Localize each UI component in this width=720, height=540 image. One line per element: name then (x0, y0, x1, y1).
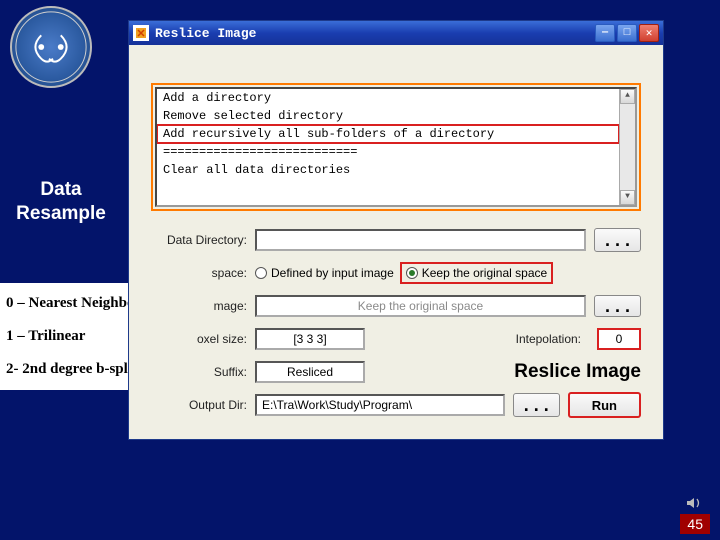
window-title: Reslice Image (155, 26, 256, 41)
minimize-button[interactable]: ‒ (595, 24, 615, 42)
radio-input-image-label: Defined by input image (271, 266, 394, 280)
interpolation-label: Intepolation: (516, 332, 589, 346)
suffix-label: Suffix: (151, 365, 255, 379)
app-icon (133, 25, 149, 41)
data-directory-label: Data Directory: (151, 233, 255, 247)
voxel-size-label: oxel size: (151, 332, 255, 346)
audio-icon (684, 494, 702, 512)
listbox-scrollbar[interactable]: ▲ ▼ (619, 89, 635, 205)
reference-image-input: Keep the original space (255, 295, 586, 317)
browse-data-dir-button[interactable]: . . . (594, 228, 641, 252)
radio-dot-icon (406, 267, 418, 279)
browse-ref-image-button[interactable]: . . . (594, 295, 641, 317)
title-line2: Resample (6, 202, 116, 226)
reference-space-label: space: (151, 266, 255, 280)
reslice-image-window: Reslice Image ‒ □ ✕ Add a directory Remo… (128, 20, 664, 440)
slide-title: Data Resample (6, 178, 116, 226)
list-item[interactable]: Remove selected directory (157, 107, 619, 125)
institution-logo (10, 6, 92, 88)
maximize-button[interactable]: □ (617, 24, 637, 42)
scroll-up-icon[interactable]: ▲ (620, 89, 635, 104)
image-label: mage: (151, 299, 255, 313)
radio-keep-original-label: Keep the original space (422, 266, 547, 280)
browse-output-dir-button[interactable]: . . . (513, 393, 560, 417)
data-directory-input[interactable] (255, 229, 586, 251)
voxel-size-input[interactable]: [3 3 3] (255, 328, 365, 350)
list-item[interactable]: Add a directory (157, 89, 619, 107)
interpolation-input[interactable]: 0 (597, 328, 641, 350)
reslice-image-heading: Reslice Image (514, 361, 641, 383)
radio-input-image[interactable]: Defined by input image (255, 266, 394, 280)
output-dir-label: Output Dir: (151, 398, 255, 412)
titlebar[interactable]: Reslice Image ‒ □ ✕ (129, 21, 663, 45)
directory-listbox[interactable]: Add a directory Remove selected director… (155, 87, 637, 207)
list-item[interactable]: Add recursively all sub-folders of a dir… (157, 125, 619, 143)
scroll-down-icon[interactable]: ▼ (620, 190, 635, 205)
close-button[interactable]: ✕ (639, 24, 659, 42)
radio-dot-icon (255, 267, 267, 279)
radio-keep-original[interactable]: Keep the original space (402, 264, 551, 282)
form-area: Data Directory: . . . space: Defined by … (129, 225, 663, 439)
page-number: 45 (680, 514, 710, 534)
output-dir-input[interactable]: E:\Tra\Work\Study\Program\ (255, 394, 505, 416)
list-item[interactable]: =========================== (157, 143, 619, 161)
directory-listbox-highlight: Add a directory Remove selected director… (151, 83, 641, 211)
title-line1: Data (6, 178, 116, 202)
suffix-input[interactable]: Resliced (255, 361, 365, 383)
list-item[interactable]: Clear all data directories (157, 161, 619, 179)
run-button[interactable]: Run (568, 392, 641, 418)
